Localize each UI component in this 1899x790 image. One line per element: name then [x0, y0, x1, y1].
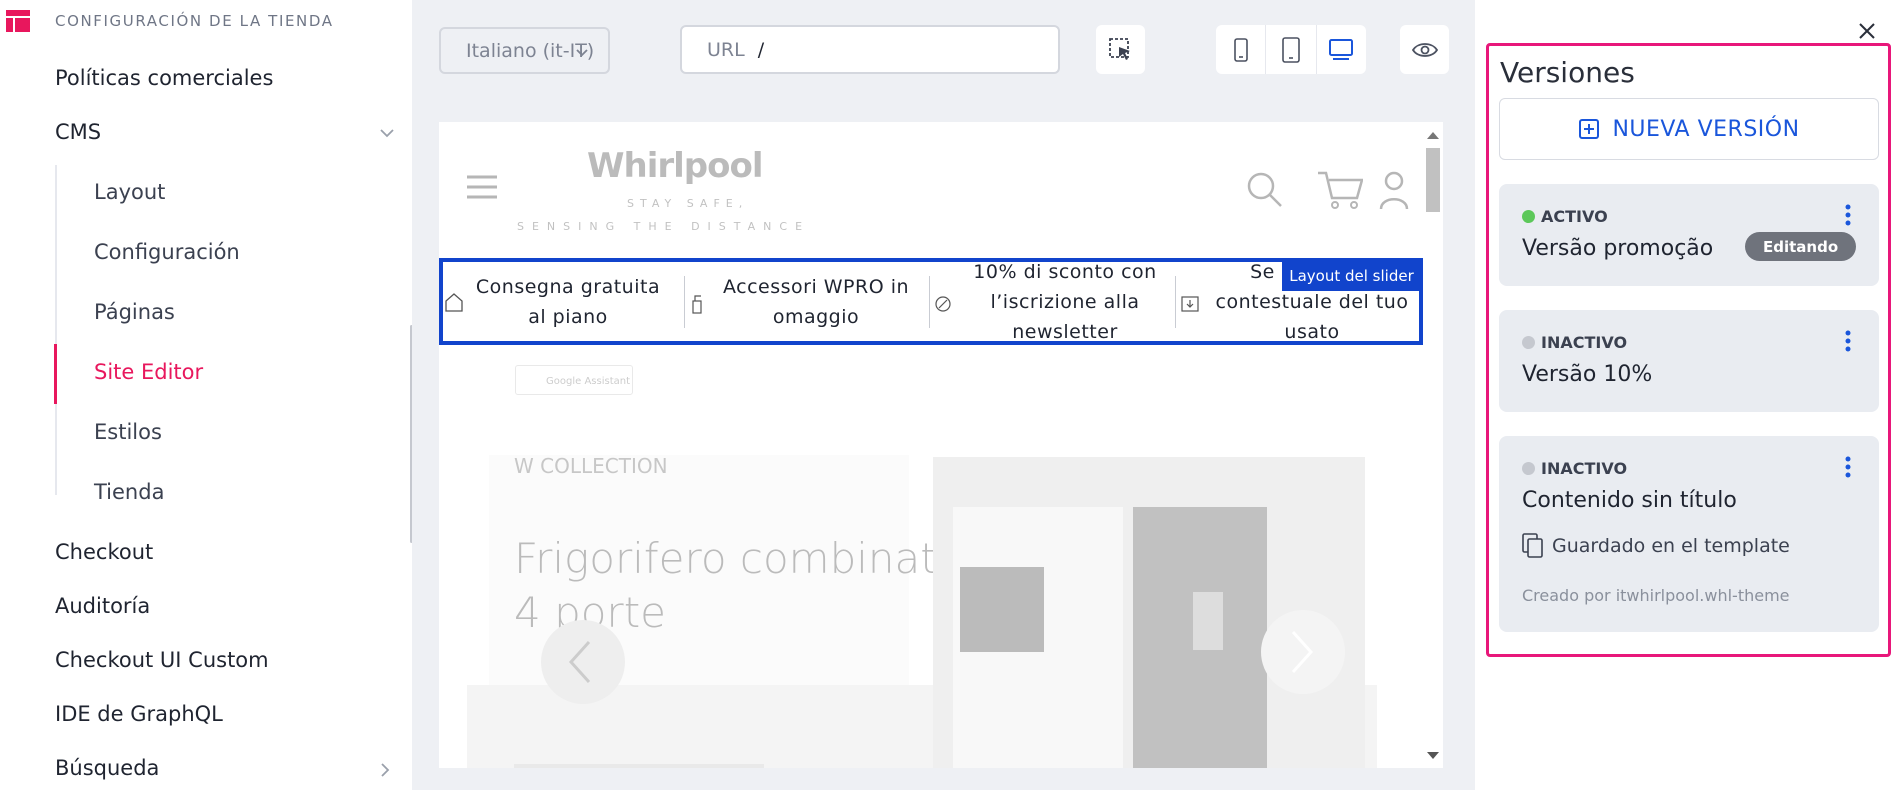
- slide-divider: [1175, 276, 1176, 328]
- brand-logo: Whirlpool: [587, 146, 763, 186]
- tablet-icon: [1282, 36, 1300, 63]
- brand-tagline-2: SENSING THE DISTANCE: [517, 220, 811, 233]
- device-switcher: [1216, 25, 1366, 74]
- house-icon: [445, 293, 463, 312]
- version-status: INACTIVO: [1522, 459, 1627, 478]
- sidebar-item-auditoria[interactable]: Auditoría: [55, 594, 150, 618]
- hero-cta-edge: [514, 764, 764, 768]
- slider-layout-tag: Layout del slider: [1282, 260, 1421, 291]
- brand-tagline-1: STAY SAFE,: [627, 197, 749, 210]
- copy-document-icon: [1522, 533, 1543, 558]
- scroll-up-arrow-icon[interactable]: [1427, 132, 1439, 139]
- desktop-icon: [1329, 38, 1354, 60]
- highlighted-slider-layout[interactable]: Consegna gratuita al piano Accessori WPR…: [439, 258, 1423, 345]
- sidebar-item-politicas[interactable]: Políticas comerciales: [55, 66, 273, 90]
- app-root: CONFIGURACIÓN DE LA TIENDA Políticas com…: [0, 0, 1899, 790]
- chevron-right-icon[interactable]: [376, 761, 394, 779]
- sidebar-item-graphql-ide[interactable]: IDE de GraphQL: [55, 702, 223, 726]
- carousel-prev-icon[interactable]: [567, 640, 593, 684]
- phone-icon: [1233, 37, 1248, 62]
- chevron-down-icon[interactable]: [378, 124, 396, 142]
- sidebar-item-busqueda[interactable]: Búsqueda: [55, 756, 159, 780]
- discount-icon: [935, 296, 951, 312]
- created-by: Creado por itwhirlpool.whl-theme: [1522, 586, 1790, 605]
- slide-text: 10% di sconto con l’iscrizione alla news…: [973, 260, 1157, 343]
- preview-button[interactable]: [1400, 25, 1449, 74]
- sidebar-subitem-paginas[interactable]: Páginas: [94, 300, 175, 324]
- recycle-box-icon: [1181, 296, 1199, 312]
- versions-title: Versiones: [1500, 56, 1635, 89]
- status-dot-icon: [1522, 336, 1535, 349]
- editor-area: Italiano (it-IT) URL / Whirlpool STAY SA…: [412, 0, 1475, 790]
- editing-badge: Editando: [1745, 232, 1857, 261]
- new-version-button[interactable]: NUEVA VERSIÓN: [1499, 98, 1879, 160]
- kebab-menu-icon[interactable]: [1845, 456, 1851, 478]
- user-icon: [1379, 171, 1409, 210]
- sidebar: CONFIGURACIÓN DE LA TIENDA Políticas com…: [0, 0, 413, 790]
- cms-submenu-guide: [55, 165, 57, 495]
- saved-in-template: Guardado en el template: [1522, 533, 1790, 559]
- kebab-menu-icon[interactable]: [1845, 204, 1851, 226]
- tablet-view-button[interactable]: [1266, 25, 1317, 74]
- preview-scrollbar-track[interactable]: [1423, 122, 1443, 768]
- carousel-next-icon[interactable]: [1289, 630, 1315, 674]
- store-logo-icon: [6, 10, 30, 32]
- version-card-active[interactable]: ACTIVO Versão promoção Editando: [1499, 184, 1879, 286]
- hamburger-menu-icon: [467, 175, 497, 199]
- sidebar-subitem-tienda[interactable]: Tienda: [94, 480, 164, 504]
- spray-bottle-icon: [692, 295, 702, 314]
- mobile-view-button[interactable]: [1216, 25, 1267, 74]
- version-title: Versão 10%: [1522, 362, 1653, 387]
- sidebar-section-header: CONFIGURACIÓN DE LA TIENDA: [55, 12, 334, 30]
- status-label: INACTIVO: [1541, 333, 1628, 352]
- eye-icon: [1411, 42, 1438, 57]
- status-label: INACTIVO: [1541, 459, 1628, 478]
- sidebar-subitem-estilos[interactable]: Estilos: [94, 420, 162, 444]
- scroll-down-arrow-icon[interactable]: [1427, 752, 1439, 759]
- sidebar-subitem-configuracion[interactable]: Configuración: [94, 240, 240, 264]
- version-title: Versão promoção: [1522, 236, 1714, 261]
- status-dot-icon: [1522, 210, 1535, 223]
- site-preview[interactable]: Whirlpool STAY SAFE, SENSING THE DISTANC…: [439, 122, 1423, 768]
- preview-scrollbar-thumb[interactable]: [1426, 148, 1440, 212]
- language-select[interactable]: Italiano (it-IT): [439, 27, 610, 74]
- cursor-select-icon: [1108, 37, 1130, 60]
- sidebar-item-checkout[interactable]: Checkout: [55, 540, 153, 564]
- google-assistant-badge: Google Assistant: [515, 365, 633, 395]
- chevron-down-icon: [576, 49, 588, 57]
- kebab-menu-icon[interactable]: [1845, 330, 1851, 352]
- add-square-icon: [1579, 119, 1600, 139]
- sidebar-item-cms[interactable]: CMS: [55, 120, 101, 144]
- new-version-label: NUEVA VERSIÓN: [1612, 116, 1800, 142]
- search-icon: [1247, 172, 1282, 207]
- version-status: ACTIVO: [1522, 207, 1608, 226]
- version-status: INACTIVO: [1522, 333, 1627, 352]
- slide-divider: [929, 276, 930, 328]
- url-label: URL: [707, 38, 745, 61]
- cart-icon: [1318, 171, 1363, 209]
- status-label: ACTIVO: [1541, 207, 1608, 226]
- hero-title-line-1: Frigorifero combinato: [514, 534, 963, 583]
- url-value: /: [757, 38, 765, 61]
- slide-divider: [684, 276, 685, 328]
- status-dot-icon: [1522, 462, 1535, 475]
- collection-label: W COLLECTION: [514, 454, 668, 478]
- saved-label: Guardado en el template: [1552, 535, 1790, 557]
- sidebar-item-checkout-ui-custom[interactable]: Checkout UI Custom: [55, 648, 269, 672]
- sidebar-subitem-layout[interactable]: Layout: [94, 180, 165, 204]
- sidebar-subitem-site-editor[interactable]: Site Editor: [94, 360, 203, 384]
- url-input[interactable]: URL /: [680, 25, 1060, 74]
- version-card[interactable]: INACTIVO Versão 10%: [1499, 310, 1879, 412]
- version-card[interactable]: INACTIVO Contenido sin título Guardado e…: [1499, 436, 1879, 632]
- slide-text: Accessori WPRO in omaggio: [722, 275, 910, 328]
- desktop-view-button[interactable]: [1317, 25, 1366, 74]
- version-title: Contenido sin título: [1522, 488, 1737, 513]
- slide-text: Consegna gratuita al piano: [475, 275, 661, 328]
- close-icon[interactable]: [1856, 20, 1878, 42]
- active-indicator: [54, 344, 57, 404]
- element-picker-button[interactable]: [1096, 25, 1145, 74]
